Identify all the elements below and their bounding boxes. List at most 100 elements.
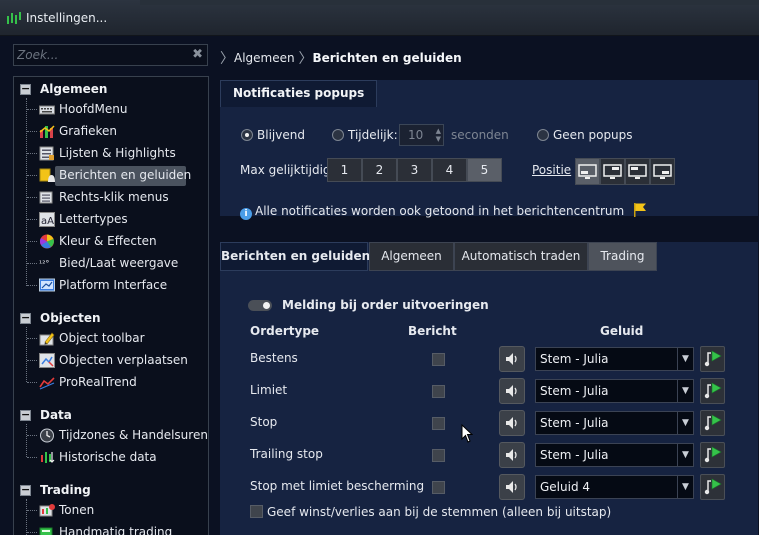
tab-trading[interactable]: Trading (588, 242, 657, 271)
speaker-button-trailing-stop[interactable] (499, 442, 525, 468)
tree-line (26, 499, 27, 535)
radio-label: Tijdelijk: (348, 128, 398, 142)
message-checkbox-stop[interactable] (432, 417, 445, 430)
speaker-button-bestens[interactable] (499, 346, 525, 372)
speaker-button-limiet[interactable] (499, 378, 525, 404)
collapse-icon[interactable]: − (20, 409, 31, 421)
max-option-2[interactable]: 2 (362, 158, 397, 182)
sound-select-stop-met-limiet[interactable]: Geluid 4 ▼ (535, 475, 694, 499)
position-top-right-button[interactable] (600, 158, 625, 185)
play-sound-button-stop[interactable] (700, 410, 725, 436)
radio-dot[interactable] (537, 129, 549, 141)
chevron-right-icon: 〉 (298, 51, 313, 67)
chevron-down-icon[interactable]: ▼ (677, 348, 693, 370)
message-checkbox-stop-met-limiet[interactable] (432, 481, 445, 494)
trend-line-icon (39, 377, 55, 390)
spinner-arrows-icon[interactable]: ▲ ▼ (436, 127, 441, 143)
message-checkbox-bestens[interactable] (432, 353, 445, 366)
tab-berichten-en-geluiden[interactable]: Berichten en geluiden (220, 242, 370, 271)
speaker-icon (506, 385, 517, 397)
max-option-3[interactable]: 3 (397, 158, 432, 182)
search-input[interactable] (14, 45, 184, 65)
profit-loss-checkbox[interactable] (250, 505, 263, 518)
window-title: Instellingen... (26, 11, 108, 25)
speaker-button-stop-met-limiet[interactable] (499, 474, 525, 500)
play-note-icon (704, 382, 722, 399)
play-sound-button-trailing-stop[interactable] (700, 442, 725, 468)
chevron-right-icon: 〉 (220, 51, 234, 67)
message-checkbox-trailing-stop[interactable] (432, 449, 445, 462)
checkbox-label: Geef winst/verlies aan bij de stemmen (a… (267, 505, 612, 519)
tab-algemeen[interactable]: Algemeen (369, 242, 454, 271)
chevron-down-icon[interactable]: ▼ (677, 476, 693, 498)
radio-dot[interactable] (332, 129, 344, 141)
pencil-icon (39, 332, 55, 346)
tree-line (26, 327, 27, 382)
flag-icon (634, 203, 647, 217)
context-menu-icon (39, 191, 53, 204)
tree-item-label: Tijdzones & Handelsuren (59, 428, 208, 442)
font-icon: aA (39, 212, 55, 227)
sound-value: Stem - Julia (540, 384, 609, 398)
window-interface-icon (39, 278, 55, 292)
search-box[interactable]: ✖ (13, 44, 208, 66)
max-option-5[interactable]: 5 (467, 158, 502, 182)
chevron-down-icon[interactable]: ▼ (677, 380, 693, 402)
message-checkbox-limiet[interactable] (432, 385, 445, 398)
tab-notificaties-popups[interactable]: Notificaties popups (220, 80, 378, 107)
tab-automatisch-traden[interactable]: Automatisch traden (454, 242, 588, 271)
tree-item-label: Rechts-klik menus (59, 190, 169, 204)
duration-spinner[interactable]: 10 ▲ ▼ (399, 124, 444, 146)
profit-loss-voice-option[interactable]: Geef winst/verlies aan bij de stemmen (a… (250, 505, 611, 519)
sound-select-stop[interactable]: Stem - Julia ▼ (535, 411, 694, 435)
max-option-4[interactable]: 4 (432, 158, 467, 182)
chevron-down-icon[interactable]: ▼ (677, 412, 693, 434)
app-chart-icon (7, 12, 21, 24)
tree-category-label: Trading (40, 483, 91, 497)
toggle-label: Melding bij order uitvoeringen (282, 298, 489, 312)
trading-display-icon (39, 504, 55, 517)
play-sound-button-bestens[interactable] (700, 346, 725, 372)
color-wheel-icon (40, 234, 54, 249)
title-bar: Instellingen... (0, 0, 759, 36)
sound-select-trailing-stop[interactable]: Stem - Julia ▼ (535, 443, 694, 467)
speaker-button-stop[interactable] (499, 410, 525, 436)
collapse-icon[interactable]: − (20, 484, 31, 496)
radio-dot[interactable] (241, 129, 253, 141)
radio-blijvend[interactable]: Blijvend (241, 128, 305, 142)
position-bottom-right-button[interactable] (650, 158, 675, 185)
order-notification-toggle[interactable] (248, 300, 272, 311)
tree-item-label: Kleur & Effecten (59, 234, 157, 248)
radio-geen-popups[interactable]: Geen popups (537, 128, 633, 142)
tree-item-label: Tonen (59, 503, 95, 517)
clear-search-icon[interactable]: ✖ (192, 47, 203, 62)
speaker-icon (506, 449, 517, 461)
breadcrumb-current: Berichten en geluiden (312, 51, 462, 65)
position-top-left-button[interactable] (625, 158, 650, 185)
settings-window: ✖ − Algemeen HoofdMenu Grafieken Lijsten… (0, 36, 759, 535)
row-label-limiet: Limiet (250, 383, 288, 397)
position-bottom-left-button[interactable] (575, 158, 600, 185)
tree-item-label: HoofdMenu (59, 102, 128, 116)
collapse-icon[interactable]: − (20, 83, 31, 95)
play-sound-button-limiet[interactable] (700, 378, 725, 404)
column-geluid: Geluid (600, 324, 644, 338)
screen-bottom-right-icon (653, 164, 672, 179)
chevron-down-icon[interactable]: ▼ (677, 444, 693, 466)
radio-tijdelijk[interactable]: Tijdelijk: (332, 128, 398, 142)
sound-select-limiet[interactable]: Stem - Julia ▼ (535, 379, 694, 403)
row-label-stop: Stop (250, 415, 278, 429)
sound-select-bestens[interactable]: Stem - Julia ▼ (535, 347, 694, 371)
sound-value: Stem - Julia (540, 416, 609, 430)
collapse-icon[interactable]: − (20, 312, 31, 324)
tree-category-label: Algemeen (40, 82, 108, 96)
breadcrumb: 〉Algemeen 〉Berichten en geluiden (220, 47, 462, 67)
column-bericht: Bericht (408, 324, 457, 338)
speaker-icon (506, 417, 517, 429)
play-sound-button-stop-met-limiet[interactable] (700, 474, 725, 500)
screen-bottom-left-icon (578, 164, 597, 179)
mouse-cursor-icon (461, 424, 473, 443)
sound-value: Stem - Julia (540, 448, 609, 462)
max-option-1[interactable]: 1 (327, 158, 362, 182)
breadcrumb-algemeen[interactable]: Algemeen (234, 51, 295, 65)
